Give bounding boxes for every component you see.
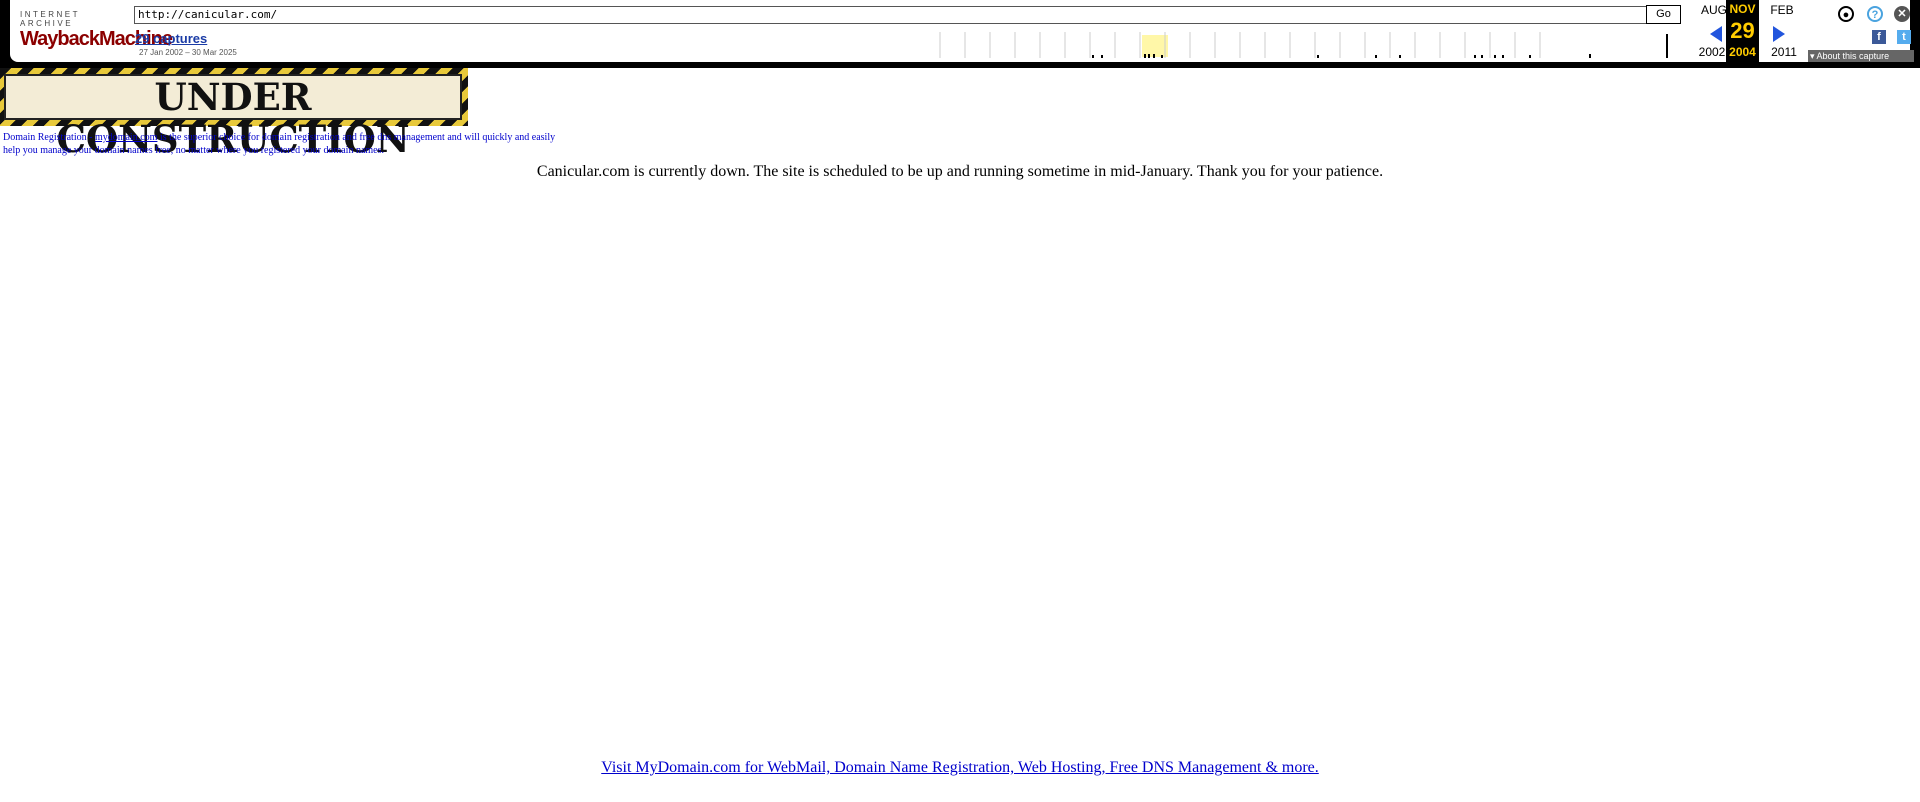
- under-construction-banner: UNDER CONSTRUCTION: [0, 68, 468, 160]
- next-year-label[interactable]: 2011: [1764, 45, 1804, 59]
- close-icon[interactable]: ✕: [1894, 6, 1910, 22]
- user-icon[interactable]: ●: [1838, 6, 1854, 22]
- facebook-icon[interactable]: f: [1872, 30, 1886, 44]
- site-down-message: Canicular.com is currently down. The sit…: [536, 163, 1384, 180]
- help-icon[interactable]: ?: [1867, 6, 1883, 22]
- sparkline-current-year: [1142, 35, 1168, 57]
- url-input[interactable]: http://canicular.com/: [134, 6, 1648, 24]
- next-month-label[interactable]: FEB: [1764, 3, 1800, 17]
- mydomain-link[interactable]: mydomain.com: [95, 132, 158, 143]
- captures-link[interactable]: 29 captures: [135, 31, 207, 46]
- wayback-toolbar-panel: INTERNET ARCHIVE WaybackMachine http://c…: [10, 0, 1914, 62]
- capture-sparkline[interactable]: [930, 30, 1670, 58]
- mydomain-footer-link[interactable]: Visit MyDomain.com for WebMail, Domain N…: [601, 759, 1319, 776]
- current-year: 2004: [1729, 45, 1756, 59]
- arrow-left-icon[interactable]: [1710, 26, 1722, 42]
- captures-range: 27 Jan 2002 – 30 Mar 2025: [139, 48, 237, 57]
- footer: Visit MyDomain.com for WebMail, Domain N…: [0, 759, 1920, 777]
- domain-registration-text: Domain Registration - mydomain.com is th…: [3, 131, 563, 157]
- about-capture-label: About this capture: [1816, 51, 1890, 61]
- go-button[interactable]: Go: [1646, 5, 1681, 24]
- current-capture-date: NOV 29 2004: [1726, 0, 1759, 62]
- current-month: NOV: [1729, 2, 1756, 16]
- arrow-right-icon[interactable]: [1773, 26, 1785, 42]
- registration-prefix: Domain Registration -: [3, 132, 93, 143]
- about-capture-button[interactable]: ▾ About this capture: [1808, 50, 1914, 62]
- twitter-icon[interactable]: t: [1897, 30, 1911, 44]
- banner-panel: UNDER CONSTRUCTION: [4, 74, 462, 160]
- current-day: 29: [1730, 18, 1755, 43]
- logo-top-text: INTERNET ARCHIVE: [20, 10, 80, 28]
- wayback-logo[interactable]: INTERNET ARCHIVE WaybackMachine: [20, 10, 173, 50]
- wayback-toolbar: INTERNET ARCHIVE WaybackMachine http://c…: [0, 0, 1920, 68]
- logo-main-text: WaybackMachine: [20, 28, 173, 50]
